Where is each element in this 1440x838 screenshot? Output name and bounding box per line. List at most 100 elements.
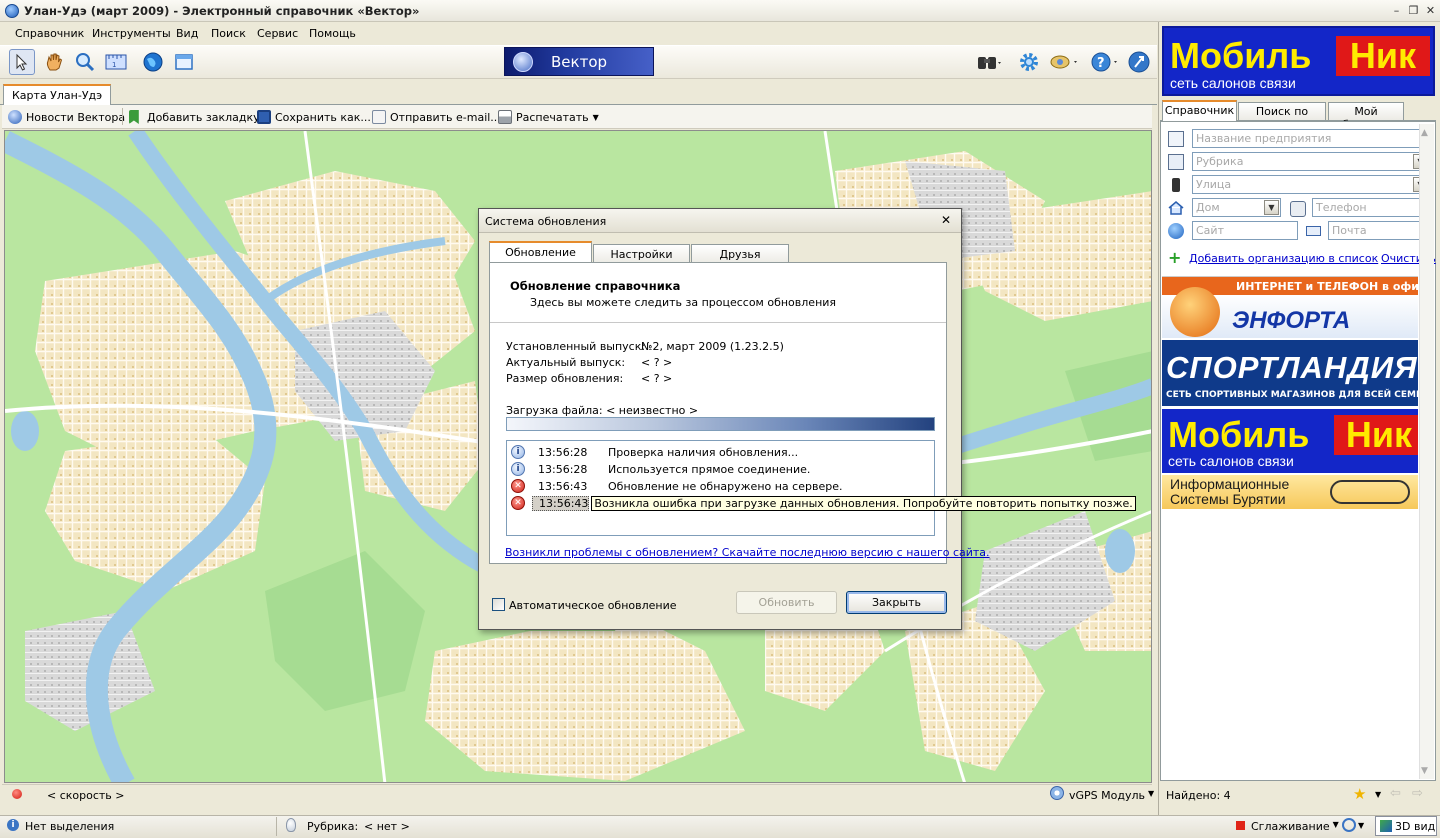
- pan-tool-button[interactable]: [41, 49, 67, 75]
- log-row[interactable]: ✕ 13:56:43 Возникла ошибка при загрузке …: [508, 495, 1136, 512]
- street-combo[interactable]: Улица ▼: [1192, 175, 1430, 194]
- sync-menu[interactable]: ▼: [1342, 818, 1364, 832]
- mail-input[interactable]: Почта: [1328, 221, 1430, 240]
- tab-directory[interactable]: Справочник: [1162, 100, 1237, 121]
- vektor-icon: [1128, 51, 1150, 73]
- ad-enforta[interactable]: ИНТЕРНЕТ и ТЕЛЕФОН в офис ЭНФОРТА: [1162, 276, 1418, 338]
- send-email-button[interactable]: Отправить e-mail...: [372, 110, 501, 124]
- close-window-button[interactable]: ✕: [1424, 4, 1437, 17]
- header-divider: [490, 322, 946, 323]
- log-row[interactable]: ✕ 13:56:43 Обновление не обнаружено на с…: [508, 478, 933, 495]
- auto-update-checkbox[interactable]: [492, 598, 505, 611]
- smoothing-icon: [1236, 821, 1245, 830]
- scroll-up-icon[interactable]: ▲: [1421, 128, 1428, 138]
- size-value: < ? >: [641, 372, 673, 385]
- smoothing-label: Сглаживание: [1251, 820, 1330, 833]
- news-button[interactable]: Новости Вектора: [8, 110, 125, 124]
- rubric-icon: [1168, 154, 1184, 170]
- download-latest-link[interactable]: Возникли проблемы с обновлением? Скачайт…: [505, 546, 990, 559]
- log-row[interactable]: i 13:56:28 Проверка наличия обновления..…: [508, 444, 933, 461]
- ad-mobilnik-bottom[interactable]: Мобиль Ник сеть салонов связи: [1162, 409, 1418, 473]
- update-heading: Обновление справочника: [510, 279, 681, 293]
- error-icon: ✕: [511, 496, 525, 510]
- satellite-button[interactable]: [1046, 49, 1082, 75]
- auto-update-label: Автоматическое обновление: [509, 599, 677, 612]
- dialog-close-icon[interactable]: ✕: [941, 213, 951, 227]
- ad-isb-line1: Информационные: [1170, 476, 1290, 492]
- add-organization-link[interactable]: Добавить организацию в список: [1189, 252, 1378, 265]
- panel-scrollbar[interactable]: [1419, 124, 1434, 779]
- forward-arrow-icon[interactable]: ⇨: [1412, 786, 1423, 801]
- back-arrow-icon[interactable]: ⇦: [1390, 786, 1401, 801]
- actual-value: < ? >: [641, 356, 673, 369]
- pointer-tool-button[interactable]: [9, 49, 35, 75]
- menu-tools[interactable]: Инструменты: [92, 27, 171, 40]
- ad-mobilnik-word1: Мобиль: [1170, 35, 1312, 76]
- ruler-tool-button[interactable]: 1: [103, 49, 129, 75]
- zoom-tool-button[interactable]: [72, 49, 98, 75]
- help-button[interactable]: ?: [1088, 49, 1122, 75]
- 3d-view-label: 3D вид: [1395, 819, 1436, 833]
- scroll-down-icon[interactable]: ▼: [1421, 766, 1428, 776]
- tab-map[interactable]: Карта Улан-Удэ: [3, 84, 112, 105]
- star-icon[interactable]: ★: [1353, 785, 1366, 803]
- gps-module-menu[interactable]: vGPS Модуль ▼: [1069, 789, 1154, 802]
- minimize-button[interactable]: –: [1390, 4, 1403, 17]
- log-message: Используется прямое соединение.: [608, 463, 811, 476]
- chevron-down-icon[interactable]: ▼: [1375, 790, 1381, 799]
- company-name-input[interactable]: Название предприятия: [1192, 129, 1430, 148]
- news-label: Новости Вектора: [26, 110, 126, 124]
- log-message: Обновление не обнаружено на сервере.: [608, 480, 843, 493]
- binoculars-button[interactable]: [973, 49, 1005, 75]
- log-time: 13:56:28: [538, 446, 588, 459]
- 3d-view-button[interactable]: 3D вид: [1375, 816, 1437, 836]
- globe-button[interactable]: [140, 49, 166, 75]
- app-icon: [5, 4, 19, 18]
- house-combo[interactable]: Дом ▼: [1192, 198, 1281, 217]
- log-time: 13:56:43: [538, 480, 588, 493]
- info-icon: i: [511, 445, 525, 459]
- ad-isb[interactable]: Информационные Системы Бурятии: [1162, 475, 1418, 509]
- tab-notebook[interactable]: Мой блокнот: [1328, 102, 1404, 131]
- menu-search[interactable]: Поиск: [211, 27, 246, 40]
- ad-sportlandia[interactable]: СПОРТЛАНДИЯ СЕТЬ СПОРТИВНЫХ МАГАЗИНОВ ДЛ…: [1162, 340, 1418, 406]
- close-dialog-button[interactable]: Закрыть: [846, 591, 947, 614]
- menu-directory[interactable]: Справочник: [15, 27, 84, 40]
- window-button[interactable]: [171, 49, 197, 75]
- dialog-tab-friends[interactable]: Друзья: [691, 244, 789, 263]
- tab-map-search[interactable]: Поиск по карте: [1238, 102, 1326, 131]
- menu-view[interactable]: Вид: [176, 27, 198, 40]
- ad-mobilnik-word1-2: Мобиль: [1168, 414, 1310, 455]
- print-button[interactable]: Распечатать ▼: [498, 110, 599, 124]
- save-as-button[interactable]: Сохранить как...: [257, 110, 371, 124]
- log-row[interactable]: i 13:56:28 Используется прямое соединени…: [508, 461, 933, 478]
- settings-button[interactable]: [1016, 49, 1042, 75]
- ad-mobilnik-word2-2: Ник: [1334, 415, 1418, 455]
- save-as-label: Сохранить как...: [275, 110, 371, 124]
- site-input[interactable]: Сайт: [1192, 221, 1298, 240]
- chevron-down-icon[interactable]: ▼: [1264, 200, 1279, 215]
- dialog-tab-settings[interactable]: Настройки: [593, 244, 690, 263]
- pointer-icon: [16, 53, 28, 71]
- restore-button[interactable]: ❐: [1407, 4, 1420, 17]
- selection-status: Нет выделения: [25, 820, 115, 833]
- cube-icon: [1380, 820, 1392, 832]
- vektor-logo: Вектор: [504, 47, 654, 76]
- binoculars-icon: [978, 57, 1001, 69]
- found-count: Найдено: 4: [1166, 789, 1231, 802]
- smoothing-menu[interactable]: Сглаживание ▼: [1251, 820, 1339, 833]
- vektor-site-button[interactable]: [1126, 49, 1152, 75]
- ad-mobilnik-top[interactable]: Мобиль Ник сеть салонов связи: [1162, 26, 1435, 96]
- add-bookmark-button[interactable]: Добавить закладку: [129, 110, 260, 124]
- menu-service[interactable]: Сервис: [257, 27, 298, 40]
- vektor-logo-icon: [513, 51, 533, 72]
- printer-icon: [498, 110, 512, 124]
- dialog-tab-update[interactable]: Обновление: [489, 241, 592, 263]
- street-combo-text: Улица: [1196, 178, 1232, 191]
- menu-help[interactable]: Помощь: [309, 27, 356, 40]
- phone-input[interactable]: Телефон: [1312, 198, 1430, 217]
- download-label: Загрузка файла: < неизвестно >: [506, 404, 699, 417]
- rubric-combo[interactable]: Рубрика ▼: [1192, 152, 1430, 171]
- dialog-title: Система обновления: [485, 215, 607, 228]
- update-button[interactable]: Обновить: [736, 591, 837, 614]
